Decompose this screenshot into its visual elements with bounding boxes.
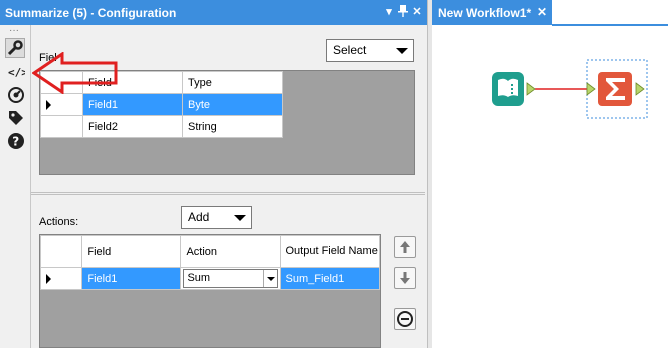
pin-icon[interactable]: [397, 5, 409, 21]
annotation-arrow-icon: [32, 52, 118, 94]
xml-code-icon[interactable]: </>: [7, 63, 28, 81]
chevron-down-icon: [396, 48, 408, 54]
actions-header-row: Field Action Output Field Name: [39, 235, 380, 268]
actions-header-corner: [39, 235, 83, 268]
actions-table: Field Action Output Field Name Field1 Su…: [39, 235, 380, 290]
section-splitter[interactable]: [31, 192, 425, 195]
row-header[interactable]: [40, 115, 83, 138]
remove-button[interactable]: [394, 308, 416, 330]
tab-label: New Workflow1*: [438, 6, 532, 20]
table-row[interactable]: Field1 Sum Sum_Field1: [39, 267, 380, 290]
close-icon[interactable]: ✕: [537, 5, 547, 19]
move-down-button[interactable]: [394, 267, 416, 289]
chevron-down-icon: [234, 215, 246, 221]
toolbar-overflow: ···: [9, 25, 19, 36]
add-dropdown-label: Add: [188, 210, 210, 224]
actions-grid: Field Action Output Field Name Field1 Su…: [39, 234, 381, 348]
input-book-tool[interactable]: [492, 72, 536, 106]
tab-new-workflow[interactable]: New Workflow1* ✕: [432, 0, 552, 25]
action-select-value: Sum: [187, 272, 211, 284]
configuration-title-bar: Summarize (5) - Configuration ▾ ✕: [0, 0, 427, 25]
field-cell[interactable]: Field2: [82, 115, 183, 138]
workflow-diagram: [492, 59, 648, 119]
add-dropdown[interactable]: Add: [181, 206, 252, 229]
action-field-cell[interactable]: Field1: [81, 267, 182, 290]
chevron-down-icon: [266, 277, 275, 281]
gauge-icon[interactable]: [7, 86, 25, 104]
row-indicator-icon: [46, 274, 51, 284]
toolbar-divider: [30, 25, 31, 348]
row-header[interactable]: [40, 93, 83, 116]
panel-dropdown-button[interactable]: ▾: [383, 5, 395, 19]
move-up-button[interactable]: [394, 236, 416, 258]
select-dropdown[interactable]: Select: [326, 39, 414, 62]
actions-label: Actions:: [39, 216, 79, 228]
type-cell[interactable]: Byte: [182, 93, 283, 116]
output-name-cell[interactable]: Sum_Field1: [279, 267, 380, 290]
row-header[interactable]: [39, 267, 83, 290]
workflow-canvas[interactable]: [432, 26, 668, 348]
summarize-sigma-tool[interactable]: [586, 59, 648, 119]
row-indicator-icon: [46, 100, 51, 110]
action-cell[interactable]: Sum: [180, 267, 281, 290]
select-dropdown-label: Select: [333, 43, 367, 57]
table-row[interactable]: Field2 String: [40, 115, 283, 138]
tag-icon[interactable]: [7, 109, 25, 127]
type-cell[interactable]: String: [182, 115, 283, 138]
svg-text:?: ?: [12, 135, 19, 149]
action-select[interactable]: Sum: [183, 269, 278, 288]
actions-column-header-action[interactable]: Action: [180, 235, 281, 268]
fields-column-header-type[interactable]: Type: [182, 71, 283, 94]
svg-text:</>: </>: [8, 66, 25, 79]
actions-column-header-output[interactable]: Output Field Name: [279, 235, 380, 268]
configuration-toolbar: ··· </> ?: [0, 25, 30, 348]
help-icon[interactable]: ?: [7, 132, 25, 150]
configuration-title: Summarize (5) - Configuration: [5, 6, 177, 20]
wrench-icon[interactable]: [5, 38, 25, 58]
field-cell[interactable]: Field1: [82, 93, 183, 116]
close-panel-button[interactable]: ✕: [411, 5, 423, 19]
actions-column-header-field[interactable]: Field: [81, 235, 182, 268]
action-select-button[interactable]: [262, 270, 277, 287]
table-row[interactable]: Field1 Byte: [40, 93, 283, 116]
